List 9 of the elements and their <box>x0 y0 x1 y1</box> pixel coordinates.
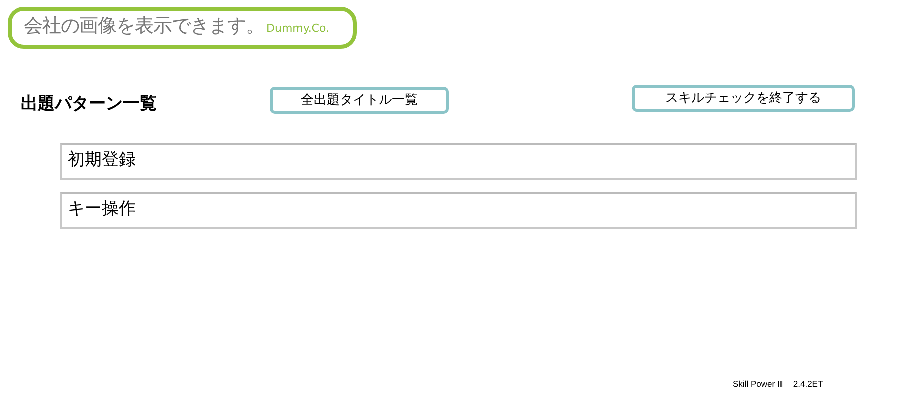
logo-text: 会社の画像を表示できます。 <box>24 15 264 37</box>
product-name: Skill Power Ⅲ <box>733 379 784 389</box>
pattern-item[interactable]: キー操作 <box>60 192 857 229</box>
page-heading: 出題パターン一覧 <box>21 92 158 114</box>
company-name: Dummy.Co. <box>266 22 330 35</box>
title-list-button[interactable]: 全出題タイトル一覧 <box>270 86 449 114</box>
pattern-item[interactable]: 初期登録 <box>60 143 857 180</box>
version-label: 2.4.2ET <box>793 379 824 389</box>
finish-button[interactable]: スキルチェックを終了する <box>632 84 855 112</box>
